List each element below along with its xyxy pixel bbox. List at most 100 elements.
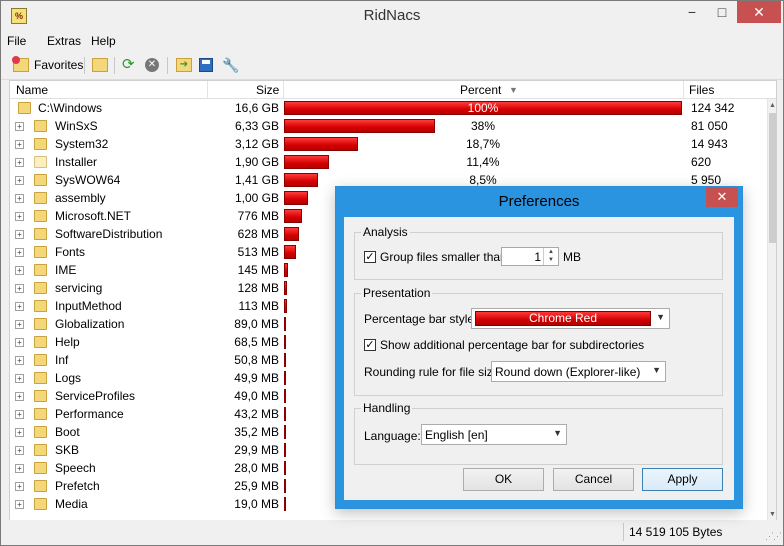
column-divider[interactable] (683, 81, 684, 98)
spinner-buttons[interactable]: ▲ ▼ (543, 248, 558, 265)
expand-icon[interactable]: + (15, 356, 24, 365)
expand-icon[interactable]: + (15, 446, 24, 455)
refresh-icon: ⟳ (122, 56, 135, 73)
expand-icon[interactable]: + (15, 158, 24, 167)
expand-icon[interactable]: + (15, 410, 24, 419)
scroll-down-icon[interactable]: ▼ (769, 511, 776, 518)
analysis-group: Analysis ✓ Group files smaller than: 1 ▲… (354, 225, 723, 280)
folder-name: InputMethod (55, 299, 122, 313)
table-row[interactable]: + WinSxS 6,33 GB 38% 81 050 (10, 117, 760, 135)
folder-icon (34, 390, 47, 402)
folder-size: 49,9 MB (234, 371, 279, 385)
percent-bar (284, 371, 286, 385)
expand-icon[interactable]: + (15, 140, 24, 149)
folder-name: WinSxS (55, 119, 98, 133)
table-row[interactable]: + Installer 1,90 GB 11,4% 620 (10, 153, 760, 171)
table-row[interactable]: C:\Windows 16,6 GB 100% 124 342 (10, 99, 760, 117)
apply-button[interactable]: Apply (642, 468, 723, 491)
bar-style-select[interactable]: Chrome Red ▼ (471, 308, 670, 329)
column-percent[interactable]: Percent (460, 83, 501, 97)
expand-icon[interactable]: + (15, 320, 24, 329)
percent-bar (284, 425, 286, 439)
table-row[interactable]: + System32 3,12 GB 18,7% 14 943 (10, 135, 760, 153)
folder-icon (34, 192, 47, 204)
folder-icon (34, 408, 47, 420)
expand-icon[interactable]: + (15, 302, 24, 311)
subdir-bar-checkbox[interactable]: ✓ (364, 339, 376, 351)
save-button[interactable] (199, 56, 213, 74)
column-files[interactable]: Files (689, 83, 714, 97)
dialog-body: Analysis ✓ Group files smaller than: 1 ▲… (344, 217, 734, 500)
group-size-spinner[interactable]: 1 ▲ ▼ (501, 247, 559, 266)
dialog-title-bar[interactable]: Preferences ✕ (336, 187, 742, 217)
chevron-down-icon: ▼ (553, 428, 562, 438)
percent-bar (284, 245, 296, 259)
close-button[interactable]: ✕ (737, 1, 781, 23)
refresh-button[interactable]: ⟳ (122, 56, 138, 74)
folder-icon (34, 282, 47, 294)
expand-icon[interactable]: + (15, 500, 24, 509)
title-bar[interactable]: % RidNacs − □ ✕ (1, 1, 783, 31)
menu-bar: File Extras Help (1, 31, 783, 51)
folder-name: Fonts (55, 245, 86, 259)
folder-size: 1,00 GB (234, 191, 279, 205)
folder-size: 1,90 GB (234, 155, 279, 169)
folder-icon (34, 174, 47, 186)
folder-open-icon (92, 58, 108, 72)
column-name[interactable]: Name (16, 83, 48, 97)
bar-style-label: Percentage bar style: (364, 312, 478, 326)
expand-icon[interactable]: + (15, 392, 24, 401)
scroll-thumb[interactable] (769, 113, 776, 243)
folder-icon (34, 138, 47, 150)
stop-button[interactable]: ✕ (145, 56, 159, 74)
folder-icon (34, 120, 47, 132)
expand-icon[interactable]: + (15, 248, 24, 257)
menu-file[interactable]: File (7, 34, 26, 48)
settings-button[interactable]: 🔧 (222, 56, 239, 74)
toolbar-separator (114, 57, 115, 74)
expand-icon[interactable]: + (15, 464, 24, 473)
folder-icon (34, 300, 47, 312)
folder-size: 513 MB (237, 245, 279, 259)
folder-icon (34, 498, 47, 510)
spin-up-icon[interactable]: ▲ (544, 248, 558, 256)
expand-icon[interactable]: + (15, 266, 24, 275)
favorites-button[interactable]: Favorites (12, 56, 83, 74)
language-label: Language: (364, 429, 421, 443)
expand-icon[interactable]: + (15, 482, 24, 491)
maximize-button[interactable]: □ (705, 1, 739, 23)
folder-size: 6,33 GB (234, 119, 279, 133)
rounding-value: Round down (Explorer-like) (495, 365, 641, 379)
dialog-close-button[interactable]: ✕ (706, 187, 738, 207)
expand-icon[interactable]: + (15, 230, 24, 239)
export-button[interactable]: ➔ (176, 56, 192, 74)
minimize-button[interactable]: − (675, 1, 709, 23)
expand-icon[interactable]: + (15, 212, 24, 221)
column-divider[interactable] (283, 81, 284, 98)
folder-size: 43,2 MB (234, 407, 279, 421)
expand-icon[interactable]: + (15, 122, 24, 131)
group-small-files-checkbox[interactable]: ✓ (364, 251, 376, 263)
resize-grip-icon[interactable]: ⋰⋰ (765, 531, 782, 542)
spin-down-icon[interactable]: ▼ (544, 256, 558, 264)
expand-icon[interactable]: + (15, 374, 24, 383)
rounding-select[interactable]: Round down (Explorer-like) ▼ (491, 361, 666, 382)
ok-button[interactable]: OK (463, 468, 544, 491)
expand-icon[interactable]: + (15, 176, 24, 185)
scroll-up-icon[interactable]: ▲ (769, 102, 776, 109)
expand-icon[interactable]: + (15, 338, 24, 347)
expand-icon[interactable]: + (15, 428, 24, 437)
menu-help[interactable]: Help (91, 34, 116, 48)
folder-icon (34, 372, 47, 384)
column-divider[interactable] (207, 81, 208, 98)
expand-icon[interactable]: + (15, 284, 24, 293)
language-select[interactable]: English [en] ▼ (421, 424, 567, 445)
menu-extras[interactable]: Extras (47, 34, 81, 48)
folder-name: ServiceProfiles (55, 389, 136, 403)
sort-desc-icon: ▼ (509, 85, 518, 95)
column-size[interactable]: Size (256, 83, 279, 97)
expand-icon[interactable]: + (15, 194, 24, 203)
open-folder-button[interactable] (92, 56, 108, 74)
cancel-button[interactable]: Cancel (553, 468, 634, 491)
vertical-scrollbar[interactable]: ▲ ▼ (767, 99, 776, 521)
